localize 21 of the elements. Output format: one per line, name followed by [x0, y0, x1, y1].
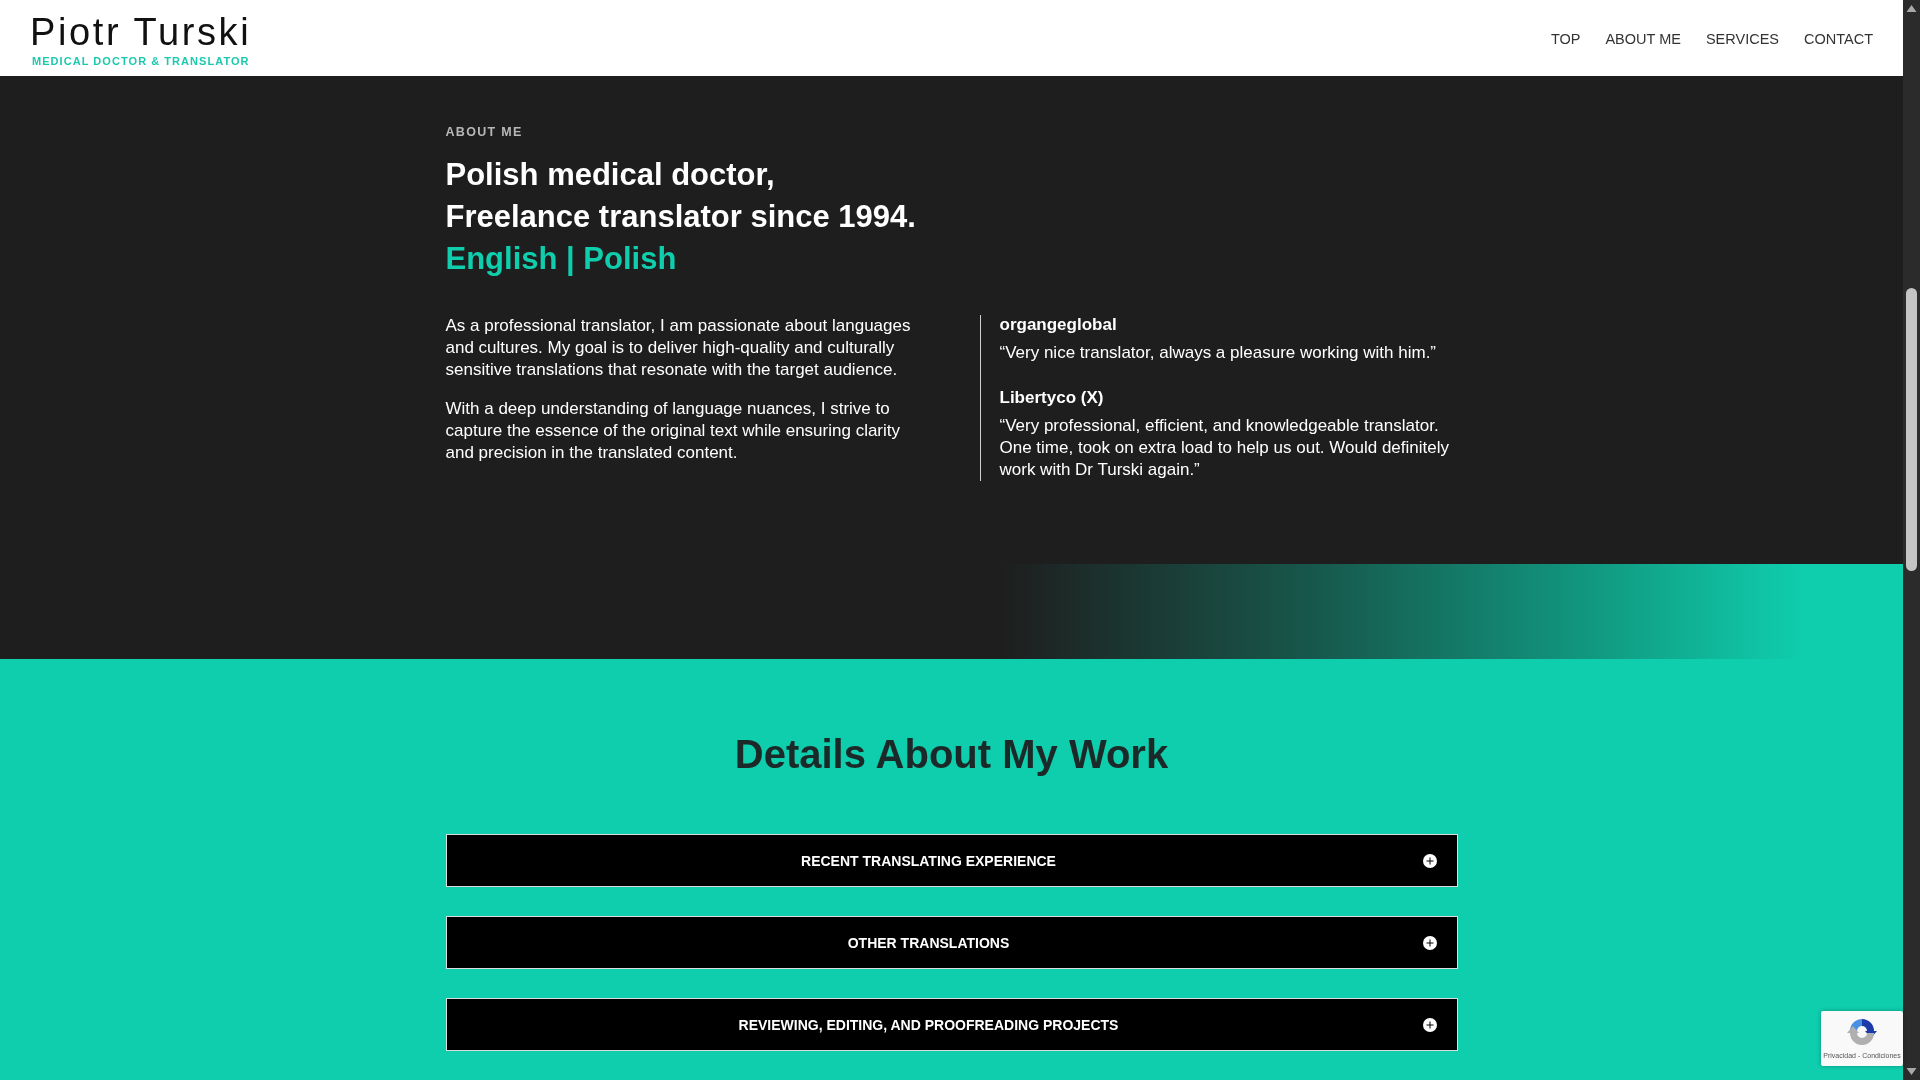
nav-link[interactable]: TOP [1550, 31, 1581, 47]
accordion-toggle[interactable]: REVIEWING, EDITING, AND PROOFREADING PROJECTS [445, 998, 1458, 1051]
logo-tagline: MEDICAL DOCTOR & TRANSLATOR [32, 54, 250, 67]
nav-link[interactable]: CONTACT [1804, 31, 1873, 47]
nav-link[interactable]: SERVICES [1705, 31, 1779, 47]
scrollbar-thumb[interactable] [1906, 288, 1917, 571]
accordion-toggle[interactable]: OTHER TRANSLATIONS [445, 916, 1458, 969]
section-title: Details About My Work [734, 731, 1169, 778]
testimonial-author: Libertyco (X) [999, 388, 1104, 408]
headline: Polish medical doctor, Freelance translator since 1994. [445, 156, 916, 236]
testimonial-quote: “Very nice translator, always a pleasure working with him.” [999, 342, 1437, 364]
testimonial-quote: “Very professional, efficient, and knowledgeable translator. One time, took on extra load to help us out. Would definitely work with Dr Turski again.” [999, 415, 1450, 481]
nav-link[interactable]: ABOUT ME [1605, 31, 1681, 47]
logo-name: Piotr Turski [30, 11, 252, 52]
testimonial-author: organgeglobal [999, 315, 1117, 335]
about-paragraph: As a professional translator, I am passionate about languages and cultures. My goal is to deliver high-quality and culturally sensitive translations that resonate with the target audience. [445, 315, 912, 381]
section-eyebrow: ABOUT ME [445, 124, 523, 140]
languages-line: English | Polish [445, 240, 677, 278]
circular-arrows-icon [1846, 1016, 1878, 1048]
accordion-toggle[interactable]: RECENT TRANSLATING EXPERIENCE [445, 834, 1458, 887]
about-paragraph: With a deep understanding of language nuances, I strive to capture the essence of the original text while ensuring clarity and precision in the translated content. [445, 398, 902, 464]
